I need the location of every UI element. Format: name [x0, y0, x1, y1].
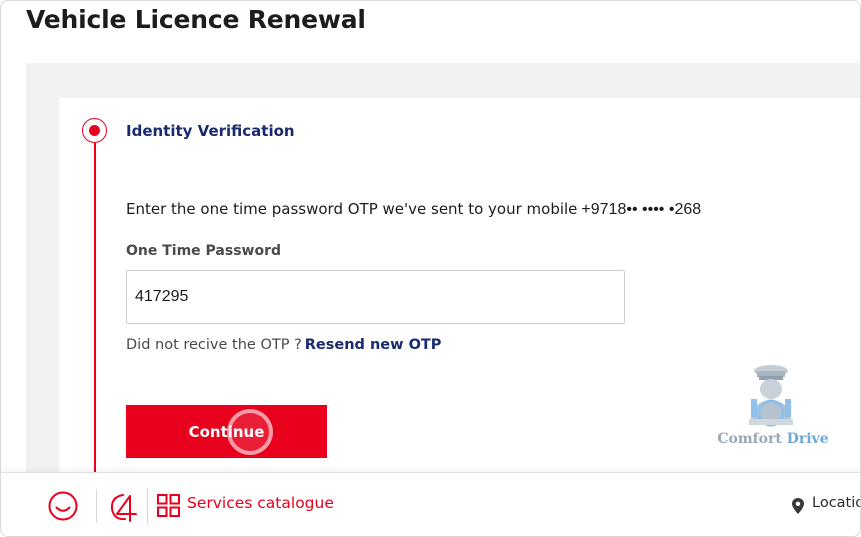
- resend-prompt: Did not recive the OTP ?: [126, 337, 302, 353]
- driver-icon: [749, 365, 793, 427]
- resend-row: Did not recive the OTP ? Resend new OTP: [126, 337, 441, 353]
- masked-phone-number: +9718•• •••• •268: [581, 201, 702, 218]
- step-progress-line: [94, 143, 96, 478]
- watermark-word-drive: Drive: [786, 431, 829, 447]
- step-title: Identity Verification: [126, 122, 295, 140]
- nav-divider: [147, 489, 148, 523]
- otp-field-label: One Time Password: [126, 243, 282, 259]
- tap-indicator-icon: [227, 409, 273, 455]
- page-title: Vehicle Licence Renewal: [26, 5, 366, 34]
- services-catalogue-link[interactable]: Services catalogue: [187, 494, 334, 512]
- watermark-word-comfort: Comfort: [717, 431, 782, 447]
- nav-divider: [96, 489, 97, 523]
- step-active-marker-icon: [82, 118, 107, 143]
- grid-icon[interactable]: [157, 494, 180, 517]
- otp-input[interactable]: [126, 270, 625, 324]
- bottom-navigation-bar: Services catalogue Locatio: [1, 472, 860, 536]
- smiley-icon[interactable]: [47, 490, 79, 522]
- location-pin-icon[interactable]: [791, 497, 805, 515]
- resend-otp-link[interactable]: Resend new OTP: [305, 337, 442, 353]
- otp-instruction: Enter the one time password OTP we've se…: [126, 200, 701, 219]
- app-frame: Vehicle Licence Renewal Identity Verific…: [0, 0, 861, 537]
- services-swirl-icon[interactable]: [108, 491, 142, 523]
- watermark-logo: Comfort Drive: [713, 363, 833, 453]
- otp-instruction-text: Enter the one time password OTP we've se…: [126, 200, 578, 218]
- watermark-text: Comfort Drive: [713, 431, 833, 447]
- location-link[interactable]: Locatio: [812, 495, 860, 511]
